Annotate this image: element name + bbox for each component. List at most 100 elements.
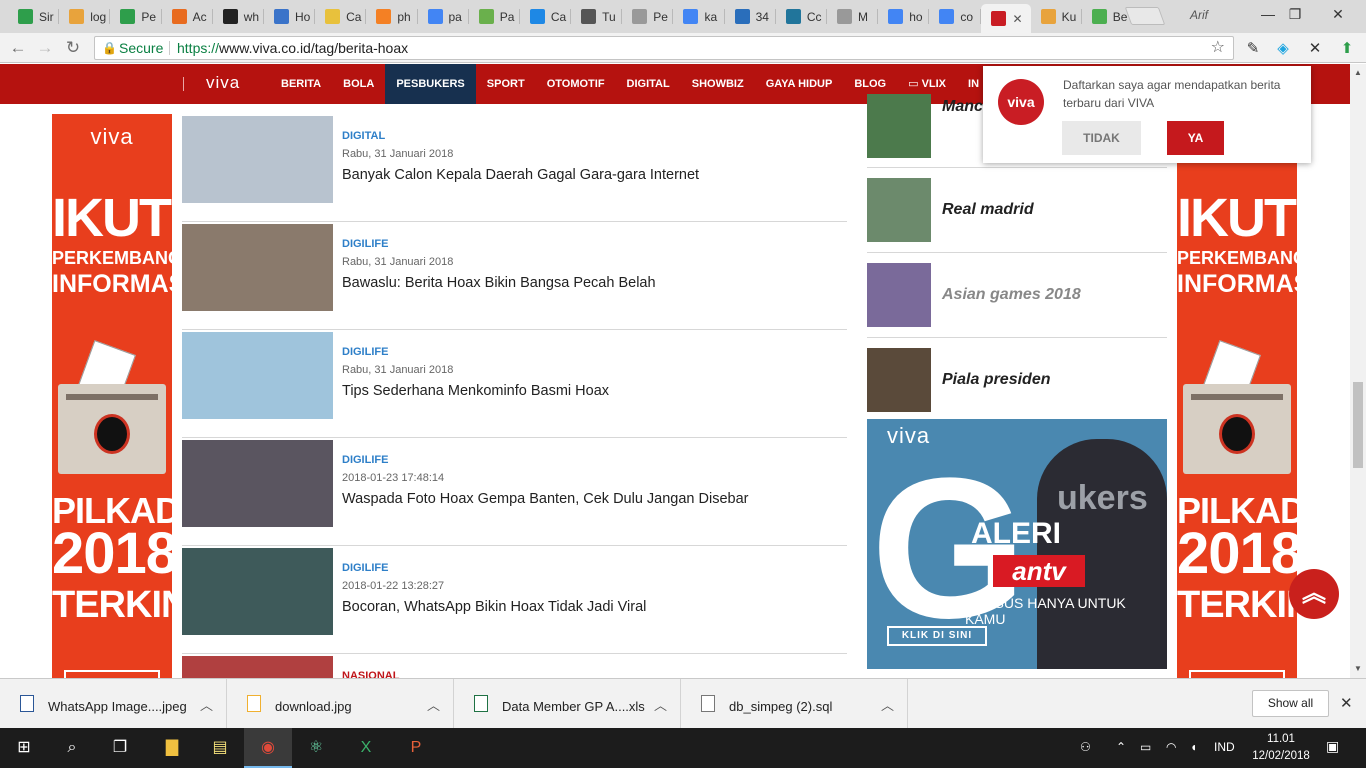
article-item[interactable]: DIGILIFE Rabu, 31 Januari 2018 Tips Sederh… [182,330,847,438]
article-category[interactable]: DIGILIFE [342,454,388,466]
nav-item-showbiz[interactable]: SHOWBIZ [681,64,755,104]
close-download-shelf-icon[interactable]: ✕ [1340,694,1353,712]
topic-thumbnail[interactable] [867,263,931,327]
show-all-downloads-button[interactable]: Show all [1252,690,1329,717]
browser-tab[interactable]: M [827,4,879,29]
left-pilkada-banner[interactable]: viva IKUTI PERKEMBANGAN INFORMASI PILKAD… [52,114,172,678]
article-item[interactable]: DIGILIFE 2018-01-22 13:28:27 Bocoran, What… [182,546,847,654]
action-center-icon[interactable]: ▣ [1326,738,1339,755]
chrome-taskbar-icon[interactable]: ◉ [244,728,292,768]
browser-tab[interactable]: Ku [1031,4,1082,29]
article-item[interactable]: DIGILIFE Rabu, 31 Januari 2018 Bawaslu: Be… [182,222,847,330]
close-window-button[interactable]: ✕ [1318,4,1358,24]
download-menu-chevron-icon[interactable]: ︿ [427,695,440,714]
browser-tab[interactable]: Ca [315,4,367,29]
topic-item[interactable]: Asian games 2018 [867,253,1167,338]
download-menu-chevron-icon[interactable]: ︿ [881,695,894,714]
forward-icon[interactable]: → [34,37,56,59]
article-thumbnail[interactable] [182,656,333,678]
article-item[interactable]: NASIONAL [182,654,847,678]
browser-tab[interactable]: ka [673,4,725,29]
download-menu-chevron-icon[interactable]: ︿ [654,695,667,714]
shield-extension-icon[interactable]: ◈ [1273,39,1293,59]
download-item[interactable]: download.jpg ︿ [227,679,454,729]
right-pilkada-banner[interactable]: viva IKUTI PERKEMBANGAN INFORMASI PILKAD… [1177,114,1297,678]
address-bar[interactable]: 🔒 Secure https://www.viva.co.id/tag/beri… [94,36,1234,60]
article-thumbnail[interactable] [182,548,333,635]
windows-start-icon[interactable]: ⊞ [0,728,48,768]
download-item[interactable]: WhatsApp Image....jpeg ︿ [0,679,227,729]
article-category[interactable]: NASIONAL [342,670,399,678]
banner-cta-button[interactable] [64,670,160,678]
article-category[interactable]: DIGILIFE [342,562,388,574]
site-logo[interactable]: viva [206,73,240,93]
topic-thumbnail[interactable] [867,348,931,412]
banner-cta-button[interactable] [1189,670,1285,678]
browser-tab[interactable]: Pe [110,4,162,29]
browser-tab[interactable]: ph [366,4,418,29]
maximize-button[interactable]: ❐ [1275,4,1315,24]
topic-thumbnail[interactable] [867,178,931,242]
article-title[interactable]: Bawaslu: Berita Hoax Bikin Bangsa Pecah … [342,275,656,291]
nav-item-digital[interactable]: DIGITAL [616,64,681,104]
scroll-up-icon[interactable]: ▲ [1354,68,1362,77]
download-menu-chevron-icon[interactable]: ︿ [200,695,213,714]
wifi-icon[interactable]: ◠ [1166,740,1176,754]
browser-tab[interactable]: 34 [725,4,776,29]
browser-tab[interactable]: Pe [622,4,674,29]
browser-tab[interactable]: pa [418,4,469,29]
battery-icon[interactable]: ▭ [1140,740,1151,754]
new-tab-button[interactable] [1124,7,1166,25]
article-item[interactable]: DIGITAL Rabu, 31 Januari 2018 Banyak Calon… [182,114,847,222]
powerpoint-icon[interactable]: P [392,728,440,768]
article-category[interactable]: DIGILIFE [342,238,388,250]
reload-icon[interactable]: ↻ [62,37,84,59]
article-title[interactable]: Bocoran, WhatsApp Bikin Hoax Tidak Jadi … [342,599,646,615]
scroll-to-top-button[interactable]: ︽ [1289,569,1339,619]
upload-extension-icon[interactable]: ⬆ [1337,39,1357,59]
topic-name[interactable]: Manc [942,98,983,116]
ad-cta-button[interactable]: KLIK DI SINI [887,626,987,646]
browser-tab[interactable]: Tu [571,4,623,29]
topic-name[interactable]: Real madrid [942,201,1034,219]
tray-chevron-icon[interactable]: ⌃ [1116,740,1126,754]
article-category[interactable]: DIGITAL [342,130,385,142]
nav-item-sport[interactable]: SPORT [476,64,536,104]
topic-name[interactable]: Piala presiden [942,371,1051,389]
article-title[interactable]: Banyak Calon Kepala Daerah Gagal Gara-ga… [342,167,699,183]
search-icon[interactable]: ⌕ [48,728,96,768]
nav-item-gaya-hidup[interactable]: GAYA HIDUP [755,64,844,104]
browser-tab[interactable]: Ho [264,4,316,29]
topic-thumbnail[interactable] [867,94,931,158]
nav-item-pesbukers[interactable]: PESBUKERS [385,64,476,104]
eyedropper-extension-icon[interactable]: ✎ [1243,39,1263,59]
article-thumbnail[interactable] [182,224,333,311]
topic-name[interactable]: Asian games 2018 [942,286,1081,304]
browser-tab[interactable]: ✕ [980,4,1031,33]
task-view-icon[interactable]: ❐ [96,728,144,768]
article-category[interactable]: DIGILIFE [342,346,388,358]
sticky-notes-icon[interactable]: ▤ [196,728,244,768]
nav-item-berita[interactable]: BERITA [270,64,332,104]
galeri-antv-ad[interactable]: ukers viva G ALERI antv KHUSUS HANYA UNT… [867,419,1167,669]
scroll-down-icon[interactable]: ▼ [1354,664,1362,673]
people-icon[interactable]: ⚇ [1080,740,1091,754]
atom-icon[interactable]: ⚛ [292,728,340,768]
article-thumbnail[interactable] [182,440,333,527]
article-thumbnail[interactable] [182,116,333,203]
volume-icon[interactable]: ◖ [1190,740,1197,754]
topic-item[interactable]: Real madrid [867,168,1167,253]
taskbar-clock[interactable]: 11.01 12/02/2018 [1248,731,1314,765]
push-deny-button[interactable]: TIDAK [1062,121,1141,155]
article-title[interactable]: Waspada Foto Hoax Gempa Banten, Cek Dulu… [342,491,749,507]
download-item[interactable]: db_simpeg (2).sql ︿ [681,679,908,729]
page-scrollbar[interactable]: ▲ ▼ [1350,64,1366,678]
language-indicator[interactable]: IND [1214,740,1235,754]
profile-name[interactable]: Arif [1190,8,1208,22]
article-thumbnail[interactable] [182,332,333,419]
browser-tab[interactable]: Ca [520,4,572,29]
download-item[interactable]: Data Member GP A....xls ︿ [454,679,681,729]
x-extension-icon[interactable]: ✕ [1305,39,1325,59]
bookmark-star-icon[interactable]: ☆ [1211,37,1225,59]
browser-tab[interactable]: Sir [8,4,60,29]
